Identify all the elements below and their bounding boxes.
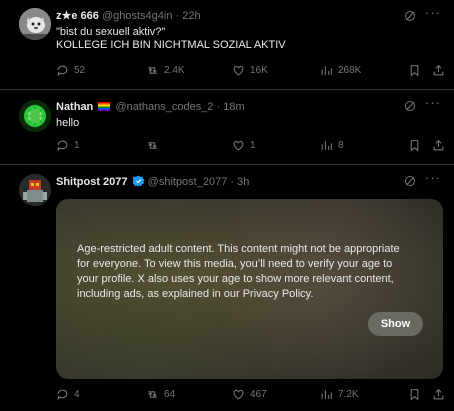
age-restriction-notice: Age-restricted adult content. This conte… <box>77 243 400 300</box>
separator: · <box>230 176 235 188</box>
tweet[interactable]: Nathan @nathans_codes_2 · 18m hello ··· … <box>0 90 454 165</box>
age-restricted-media[interactable]: Age-restricted adult content. This conte… <box>56 199 443 379</box>
repost-button[interactable] <box>146 139 164 152</box>
verified-badge-icon <box>132 175 145 187</box>
reply-icon <box>57 65 68 77</box>
separator: · <box>175 10 180 22</box>
more-icon[interactable]: ··· <box>425 171 441 184</box>
views-button[interactable]: 8 <box>320 139 344 152</box>
bookmark-icon <box>410 140 419 152</box>
avatar[interactable] <box>19 174 51 206</box>
repost-button[interactable]: 64 <box>146 388 175 401</box>
display-name[interactable]: Shitpost 2077 <box>56 176 128 188</box>
share-icon <box>433 388 444 400</box>
action-bar: 1 1 8 <box>56 139 454 155</box>
handle[interactable]: @ghosts4g4in <box>102 10 173 22</box>
share-icon <box>433 64 444 76</box>
share-icon <box>433 139 444 151</box>
repost-icon <box>148 67 157 74</box>
reply-button[interactable]: 4 <box>56 388 80 401</box>
grok-icon[interactable] <box>404 175 416 187</box>
repost-icon <box>148 391 157 398</box>
action-bar: 4 64 467 7.2K <box>56 388 454 404</box>
avatar-image <box>19 174 51 206</box>
display-name[interactable]: z★e 666 <box>56 10 99 22</box>
reply-icon <box>57 140 68 152</box>
tweet-text: hello <box>56 117 80 129</box>
tweet[interactable]: z★e 666 @ghosts4g4in · 22h "bist du sexu… <box>0 0 454 90</box>
avatar-image <box>19 8 51 40</box>
timestamp[interactable]: 18m <box>223 101 244 113</box>
repost-button[interactable]: 2.4K <box>146 64 185 77</box>
timestamp[interactable]: 3h <box>237 176 249 188</box>
repost-icon <box>148 142 157 149</box>
like-count: 467 <box>250 389 267 400</box>
bookmark-button[interactable] <box>408 139 421 152</box>
like-button[interactable]: 467 <box>232 388 267 401</box>
reply-count: 1 <box>74 140 80 151</box>
timestamp[interactable]: 22h <box>182 10 200 22</box>
tweet-header: z★e 666 @ghosts4g4in · 22h <box>56 9 201 23</box>
reply-count: 52 <box>74 65 86 76</box>
reply-count: 4 <box>74 389 80 400</box>
display-name[interactable]: Nathan <box>56 101 93 113</box>
heart-icon <box>233 65 244 76</box>
views-icon <box>321 66 332 75</box>
views-button[interactable]: 7.2K <box>320 388 359 401</box>
more-icon[interactable]: ··· <box>425 96 441 109</box>
avatar[interactable] <box>19 100 51 132</box>
avatar-image <box>19 100 51 132</box>
views-button[interactable]: 268K <box>320 64 361 77</box>
show-media-button[interactable]: Show <box>368 312 423 336</box>
views-icon <box>321 141 332 150</box>
tweet-header: Nathan @nathans_codes_2 · 18m <box>56 100 245 114</box>
separator: · <box>216 101 221 113</box>
tweet-text: "bist du sexuell aktiv?" KOLLEGE ICH BIN… <box>56 26 286 52</box>
views-icon <box>321 390 332 399</box>
action-bar: 52 2.4K 16K 268K <box>56 64 454 80</box>
rainbow-flag-icon <box>98 102 111 111</box>
grok-icon[interactable] <box>404 100 416 112</box>
like-button[interactable]: 16K <box>232 64 268 77</box>
repost-count: 2.4K <box>164 65 185 76</box>
like-count: 16K <box>250 65 268 76</box>
views-count: 7.2K <box>338 389 359 400</box>
heart-icon <box>233 389 244 400</box>
bookmark-icon <box>410 389 419 401</box>
grok-icon[interactable] <box>404 10 416 22</box>
share-button[interactable] <box>432 388 445 401</box>
tweet-header: Shitpost 2077 @shitpost_2077 · 3h <box>56 175 249 189</box>
reply-button[interactable]: 1 <box>56 139 80 152</box>
handle[interactable]: @shitpost_2077 <box>148 176 228 188</box>
bookmark-button[interactable] <box>408 64 421 77</box>
tweet[interactable]: Shitpost 2077 @shitpost_2077 · 3h ··· Ag… <box>0 165 454 411</box>
like-count: 1 <box>250 140 256 151</box>
share-button[interactable] <box>432 139 445 152</box>
bookmark-icon <box>410 65 419 77</box>
more-icon[interactable]: ··· <box>425 6 441 19</box>
views-count: 268K <box>338 65 362 76</box>
repost-count: 64 <box>164 389 176 400</box>
handle[interactable]: @nathans_codes_2 <box>115 101 213 113</box>
share-button[interactable] <box>432 64 445 77</box>
avatar[interactable] <box>19 8 51 40</box>
heart-icon <box>233 140 244 151</box>
reply-button[interactable]: 52 <box>56 64 85 77</box>
views-count: 8 <box>338 140 344 151</box>
reply-icon <box>57 389 68 401</box>
tweet-text-line: "bist du sexuell aktiv?" <box>56 26 166 38</box>
like-button[interactable]: 1 <box>232 139 256 152</box>
bookmark-button[interactable] <box>408 388 421 401</box>
tweet-text-line: KOLLEGE ICH BIN NICHTMAL SOZIAL AKTIV <box>56 39 286 51</box>
